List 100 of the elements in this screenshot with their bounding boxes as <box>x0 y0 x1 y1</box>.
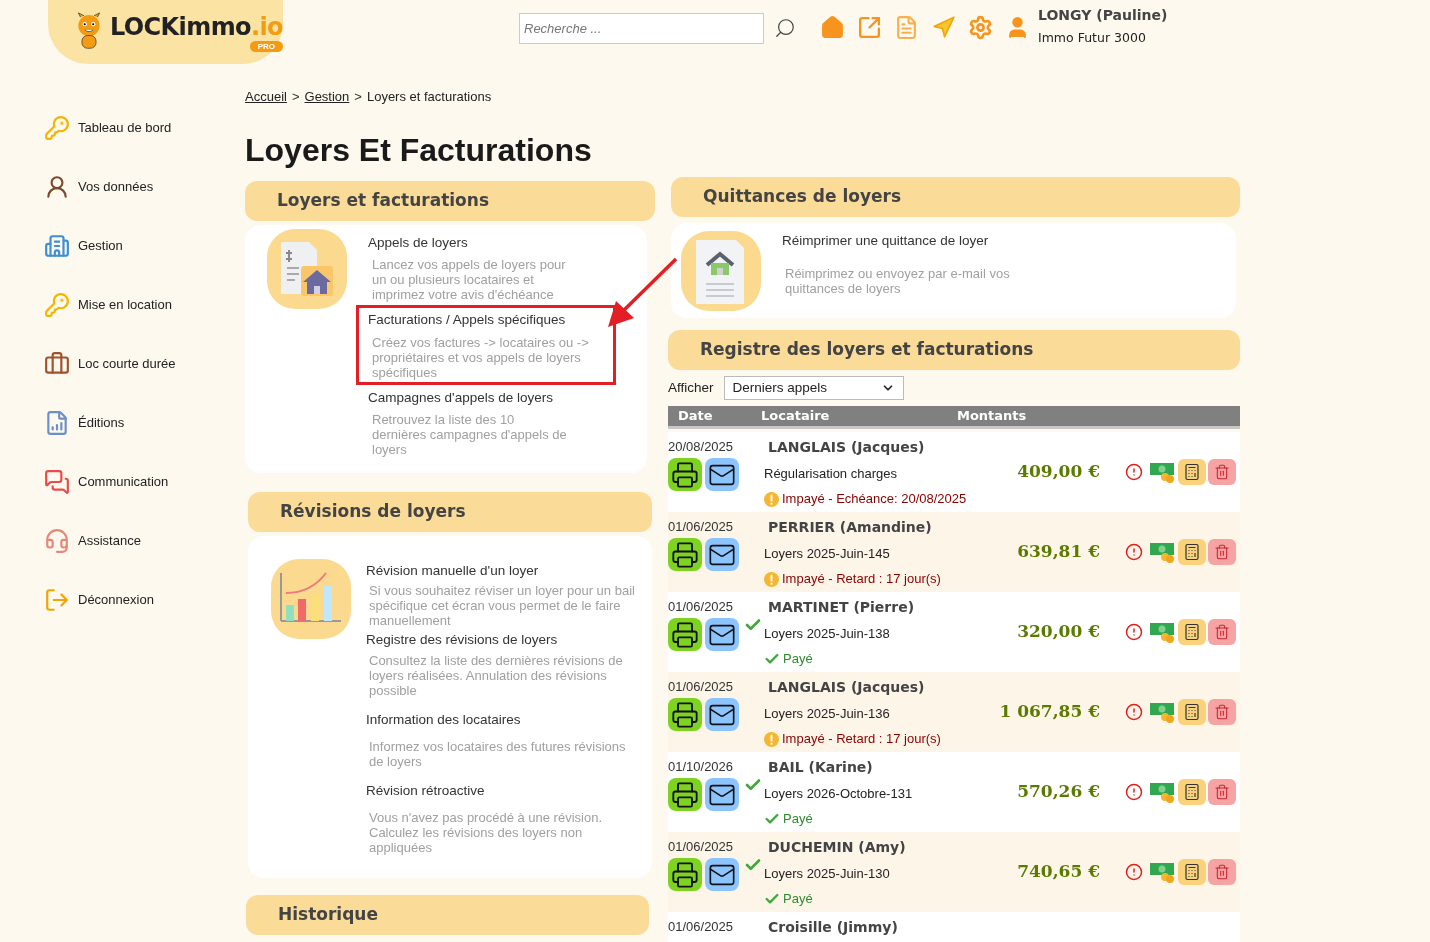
alert-icon[interactable] <box>1125 543 1143 561</box>
report-icon <box>44 410 70 436</box>
printer-icon <box>671 620 699 649</box>
printer-icon <box>671 540 699 569</box>
sidebar-link[interactable]: Loc courte durée <box>78 354 176 374</box>
amount-text: 740,65 € <box>1017 860 1100 884</box>
filter-label: Afficher <box>668 378 714 397</box>
column-header: Locataire <box>761 407 831 426</box>
payment-status: Payé <box>783 811 813 827</box>
email-button[interactable] <box>705 698 739 731</box>
alert-icon[interactable] <box>1125 463 1143 481</box>
chat-icon <box>44 469 70 495</box>
tenant-name: PERRIER (Amandine) <box>767 519 933 535</box>
amount-text: 570,26 € <box>1017 780 1100 804</box>
date-text: 01/06/2025 <box>668 519 735 535</box>
print-button[interactable] <box>668 618 702 651</box>
calculator-button[interactable] <box>1178 619 1206 645</box>
amount-text: 639,81 € <box>1017 540 1100 564</box>
tenant-name: DUCHEMIN (Amy) <box>767 839 907 855</box>
column-header: Montants <box>957 407 1027 426</box>
logo-background[interactable]: LOCKimmo.io PRO <box>48 0 283 64</box>
menu-description: Lancez vos appels de loyers pour un ou plusieurs locataires et imprimez votre avis d'échéance <box>371 257 567 303</box>
email-button[interactable] <box>705 458 739 491</box>
print-button[interactable] <box>668 858 702 891</box>
menu-link[interactable]: Information des locataires <box>366 709 640 730</box>
menu-description: Retrouvez la liste des 10 dernières campagnes d'appels de loyers <box>371 411 568 457</box>
calculator-button[interactable] <box>1178 859 1206 885</box>
calculator-button[interactable] <box>1178 779 1206 805</box>
printer-icon <box>671 780 699 809</box>
calculator-icon <box>1183 703 1201 721</box>
menu-link[interactable]: Révision manuelle d'un loyer <box>366 561 640 582</box>
print-button[interactable] <box>668 538 702 571</box>
payment-status: Impayé - Retard : 17 jour(s) <box>782 731 941 747</box>
sidebar-link[interactable]: Communication <box>78 472 169 492</box>
section-header: Historique <box>246 895 649 935</box>
print-button[interactable] <box>668 458 702 491</box>
calculator-icon <box>1183 863 1201 881</box>
menu-description: Créez vos factures -> locataires ou -> propriétaires et vos appels de loyers spécifiques <box>371 334 590 380</box>
menu-link[interactable]: Réimprimer une quittance de loyer <box>782 231 1032 252</box>
printer-icon <box>671 460 699 489</box>
date-text: 01/06/2025 <box>668 839 735 855</box>
calculator-button[interactable] <box>1178 699 1206 725</box>
pro-badge: PRO <box>249 40 283 52</box>
search-field[interactable]: Recherche ... <box>519 13 764 44</box>
menu-link[interactable]: Campagnes d'appels de loyers <box>368 387 616 408</box>
print-button[interactable] <box>668 778 702 811</box>
sidebar-link[interactable]: Déconnexion <box>78 590 154 610</box>
charge-label: Loyers 2025-Juin-138 <box>764 626 891 642</box>
menu-link[interactable]: Appels de loyers <box>368 233 616 254</box>
delete-button[interactable] <box>1208 699 1236 725</box>
delete-button[interactable] <box>1208 459 1236 485</box>
payment-status: Impayé - Echéance: 20/08/2025 <box>782 491 967 507</box>
suitcase-icon <box>44 351 70 377</box>
sidebar-link[interactable]: Assistance <box>78 531 141 551</box>
menu-description: Consultez la liste des dernières révisions de loyers réalisées. Annulation des révisions possible <box>368 652 624 698</box>
alert-icon[interactable] <box>1125 863 1143 881</box>
printer-icon <box>671 700 699 729</box>
date-text: 01/06/2025 <box>668 919 735 935</box>
email-button[interactable] <box>705 858 739 891</box>
email-button[interactable] <box>705 618 739 651</box>
calculator-button[interactable] <box>1178 459 1206 485</box>
tenant-name: LANGLAIS (Jacques) <box>767 439 926 455</box>
menu-link[interactable]: Facturations / Appels spécifiques <box>368 310 605 331</box>
sidebar-link[interactable]: Gestion <box>78 236 123 256</box>
amount-text: 1 067,85 € <box>999 700 1100 724</box>
user-name: LONGY (Pauline) <box>1038 6 1168 25</box>
breadcrumb-link[interactable]: Accueil <box>245 87 287 107</box>
sidebar-link[interactable]: Vos données <box>78 177 154 197</box>
printer-icon <box>671 860 699 889</box>
print-button[interactable] <box>668 698 702 731</box>
menu-link[interactable]: Révision rétroactive <box>366 780 640 801</box>
sidebar-link[interactable]: Mise en location <box>78 295 172 315</box>
delete-button[interactable] <box>1208 539 1236 565</box>
email-button[interactable] <box>705 778 739 811</box>
column-header: Date <box>678 407 714 426</box>
search-icon[interactable] <box>774 17 796 39</box>
menu-description: Réimprimez ou envoyez par e-mail vos quittances de loyers <box>784 265 1011 296</box>
alert-icon[interactable] <box>1125 703 1143 721</box>
calculator-button[interactable] <box>1178 539 1206 565</box>
delete-button[interactable] <box>1208 779 1236 805</box>
receipt-house-icon <box>681 230 761 311</box>
breadcrumb-link[interactable]: Gestion <box>304 87 350 107</box>
date-text: 01/06/2025 <box>668 599 735 615</box>
logo-text: LOCKimmo.io <box>109 11 283 43</box>
menu-link[interactable]: Registre des révisions de loyers <box>366 630 640 651</box>
alert-icon[interactable] <box>1125 623 1143 641</box>
invoice-house-icon <box>267 229 347 309</box>
charge-label: Loyers 2025-Juin-130 <box>764 866 891 882</box>
sidebar-link[interactable]: Tableau de bord <box>78 118 172 138</box>
delete-button[interactable] <box>1208 619 1236 645</box>
amount-text: 409,00 € <box>1017 460 1100 484</box>
sidebar-link[interactable]: Éditions <box>78 413 125 433</box>
email-button[interactable] <box>705 538 739 571</box>
alert-icon[interactable] <box>1125 783 1143 801</box>
tenant-name: LANGLAIS (Jacques) <box>767 679 926 695</box>
delete-button[interactable] <box>1208 859 1236 885</box>
filter-dropdown[interactable]: Derniers appels <box>723 376 904 400</box>
menu-description: Informez vos locataires des futures révisions de loyers <box>368 738 627 769</box>
charge-label: Régularisation charges <box>764 466 898 482</box>
amount-text: 320,00 € <box>1017 620 1100 644</box>
